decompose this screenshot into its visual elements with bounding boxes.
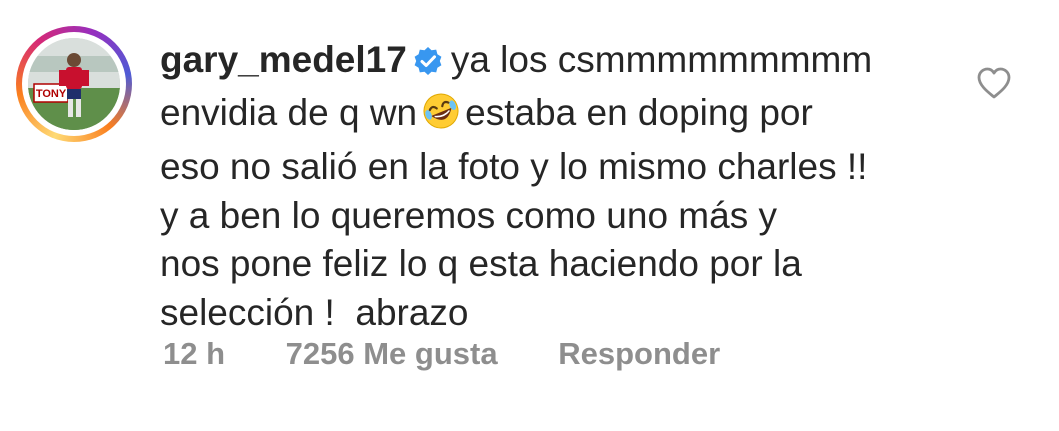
heart-icon[interactable] [976,66,1012,100]
comment-meta: 12 h 7256 Me gusta Responder [163,336,720,372]
username-link[interactable]: gary_medel17 [160,39,407,80]
comment-text-line-5: nos pone feliz lo q esta haciendo por la [160,243,802,284]
rofl-emoji-icon [421,91,461,144]
comment-text-line-4: y a ben lo queremos como uno más y [160,194,777,236]
comment: TONY gary_medel17 ya los csmmmmmmmmm envi… [0,0,1059,431]
comment-text-line-1: ya los csmmmmmmmmm [450,39,873,80]
comment-text-line-2b: estaba en doping por [465,91,813,133]
likes-count-link[interactable]: 7256 Me gusta [286,336,498,372]
avatar[interactable]: TONY [28,38,120,130]
avatar-photo: TONY [28,38,120,130]
comment-timestamp[interactable]: 12 h [163,336,225,372]
comment-text-line-6: selección ! abrazo [160,291,469,333]
avatar-banner-text: TONY [36,88,67,100]
verified-badge-icon [413,40,443,89]
comment-text-line-2a: envidia de q wn [160,91,418,133]
comment-text-line-3: eso no salió en la foto y lo mismo charl… [160,146,868,187]
reply-button[interactable]: Responder [558,336,720,372]
comment-body: gary_medel17 ya los csmmmmmmmmm envidia d… [160,36,960,337]
